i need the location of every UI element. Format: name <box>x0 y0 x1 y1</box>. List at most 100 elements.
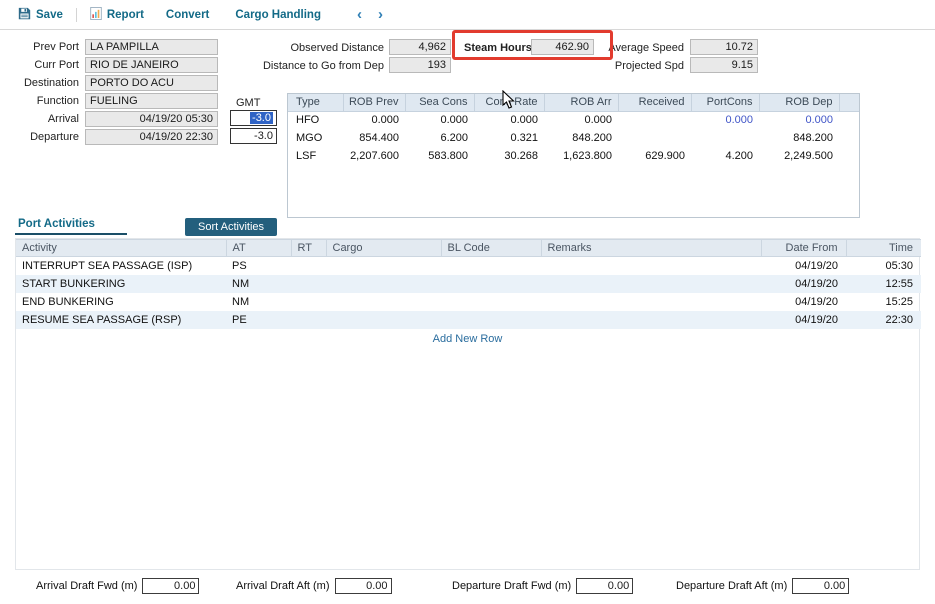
activity-cell[interactable]: END BUNKERING <box>16 293 226 311</box>
activity-cell[interactable] <box>326 293 441 311</box>
activity-cell[interactable]: 04/19/20 <box>761 311 846 329</box>
fuel-cell[interactable]: 583.800 <box>405 147 474 165</box>
fuel-cell[interactable]: 0.000 <box>691 111 759 129</box>
fuel-cell[interactable]: 4.200 <box>691 147 759 165</box>
prev-port-row: Prev Port LA PAMPILLA <box>12 38 218 55</box>
departure-draft-aft-input[interactable]: 0.00 <box>792 578 849 594</box>
function-row: Function FUELING <box>12 92 218 109</box>
toolbar: Save Report Convert Cargo Handling ‹ › <box>0 0 935 30</box>
activity-cell[interactable]: NM <box>226 275 291 293</box>
save-button[interactable]: Save <box>18 7 63 23</box>
activity-cell[interactable] <box>291 275 326 293</box>
tab-port-activities[interactable]: Port Activities <box>18 218 95 230</box>
add-new-row-link[interactable]: Add New Row <box>16 329 919 349</box>
departure-draft-aft-group: Departure Draft Aft (m) 0.00 <box>676 578 849 594</box>
gmt-arrival-input[interactable]: -3.0 <box>230 110 277 126</box>
activity-cell[interactable]: INTERRUPT SEA PASSAGE (ISP) <box>16 257 226 275</box>
fuel-cell[interactable]: 0.000 <box>544 111 618 129</box>
activity-cell[interactable]: 04/19/20 <box>761 293 846 311</box>
activities-header-bl-code: BL Code <box>441 240 541 257</box>
activity-cell[interactable]: 15:25 <box>846 293 921 311</box>
fuel-header-rob-dep: ROB Dep <box>759 94 839 111</box>
fuel-cell[interactable]: 6.200 <box>405 129 474 147</box>
gmt-label: GMT <box>236 97 260 109</box>
prev-arrow-icon[interactable]: ‹ <box>349 6 370 23</box>
activities-header-rt: RT <box>291 240 326 257</box>
sort-activities-button[interactable]: Sort Activities <box>185 218 277 236</box>
fuel-cell[interactable]: 0.000 <box>759 111 839 129</box>
activity-cell[interactable]: 12:55 <box>846 275 921 293</box>
function-label: Function <box>12 95 85 107</box>
fuel-cell[interactable]: 629.900 <box>618 147 691 165</box>
activity-cell[interactable]: START BUNKERING <box>16 275 226 293</box>
fuel-header-received: Received <box>618 94 691 111</box>
fuel-cell[interactable]: 848.200 <box>544 129 618 147</box>
activity-cell[interactable] <box>441 311 541 329</box>
activity-cell[interactable] <box>326 311 441 329</box>
fuel-cell[interactable]: 0.000 <box>474 111 544 129</box>
activity-cell[interactable]: 22:30 <box>846 311 921 329</box>
activity-cell[interactable] <box>441 257 541 275</box>
fuel-cell[interactable]: 1,623.800 <box>544 147 618 165</box>
fuel-header-portcons: PortCons <box>691 94 759 111</box>
destination-label: Destination <box>12 77 85 89</box>
fuel-cell[interactable]: 2,249.500 <box>759 147 839 165</box>
activity-cell[interactable] <box>541 257 761 275</box>
activity-cell[interactable] <box>541 275 761 293</box>
projected-spd-field: 9.15 <box>690 57 758 73</box>
projected-spd-label: Projected Spd <box>580 60 684 72</box>
activity-cell[interactable] <box>291 293 326 311</box>
steam-hours-label: Steam Hours <box>464 42 532 54</box>
fuel-header-filler <box>839 94 859 111</box>
fuel-cell[interactable]: 0.000 <box>405 111 474 129</box>
fuel-cell[interactable] <box>618 129 691 147</box>
fuel-cell-filler <box>839 147 859 165</box>
fuel-cell-filler <box>839 129 859 147</box>
activity-cell[interactable]: NM <box>226 293 291 311</box>
toolbar-separator <box>76 8 77 22</box>
tab-active-underline <box>15 233 127 235</box>
report-button[interactable]: Report <box>90 7 144 23</box>
arrival-draft-fwd-input[interactable]: 0.00 <box>142 578 199 594</box>
fuel-cell[interactable]: 848.200 <box>759 129 839 147</box>
cargo-handling-button[interactable]: Cargo Handling <box>235 9 321 21</box>
fuel-header-rob-prev: ROB Prev <box>343 94 405 111</box>
fuel-cell[interactable]: HFO <box>288 111 343 129</box>
fuel-row-mgo: MGO 854.400 6.200 0.321 848.200 848.200 <box>288 129 859 147</box>
fuel-cell[interactable] <box>618 111 691 129</box>
departure-label: Departure <box>12 131 85 143</box>
arrival-draft-aft-label: Arrival Draft Aft (m) <box>236 580 330 592</box>
activity-cell[interactable]: 04/19/20 <box>761 275 846 293</box>
activity-cell[interactable] <box>326 275 441 293</box>
activity-cell[interactable]: 05:30 <box>846 257 921 275</box>
gmt-departure-input[interactable]: -3.0 <box>230 128 277 144</box>
observed-distance-label: Observed Distance <box>280 42 384 54</box>
fuel-row-lsf: LSF 2,207.600 583.800 30.268 1,623.800 6… <box>288 147 859 165</box>
fuel-row-hfo: HFO 0.000 0.000 0.000 0.000 0.000 0.000 <box>288 111 859 129</box>
activity-cell[interactable]: RESUME SEA PASSAGE (RSP) <box>16 311 226 329</box>
fuel-cell[interactable]: 854.400 <box>343 129 405 147</box>
activity-cell[interactable] <box>541 311 761 329</box>
average-speed-field: 10.72 <box>690 39 758 55</box>
departure-draft-fwd-input[interactable]: 0.00 <box>576 578 633 594</box>
activity-cell[interactable]: PE <box>226 311 291 329</box>
fuel-cell[interactable]: MGO <box>288 129 343 147</box>
activity-cell[interactable] <box>291 257 326 275</box>
activity-cell[interactable]: 04/19/20 <box>761 257 846 275</box>
fuel-cell[interactable]: 0.000 <box>343 111 405 129</box>
activity-cell[interactable] <box>441 293 541 311</box>
activity-cell[interactable] <box>291 311 326 329</box>
activity-row: RESUME SEA PASSAGE (RSP) PE 04/19/20 22:… <box>16 311 921 329</box>
activity-cell[interactable] <box>326 257 441 275</box>
convert-button[interactable]: Convert <box>166 9 209 21</box>
fuel-cell[interactable]: LSF <box>288 147 343 165</box>
fuel-cell[interactable]: 2,207.600 <box>343 147 405 165</box>
activity-cell[interactable] <box>441 275 541 293</box>
activity-cell[interactable]: PS <box>226 257 291 275</box>
activity-cell[interactable] <box>541 293 761 311</box>
fuel-cell[interactable]: 30.268 <box>474 147 544 165</box>
next-arrow-icon[interactable]: › <box>370 6 391 23</box>
fuel-cell[interactable]: 0.321 <box>474 129 544 147</box>
fuel-cell[interactable] <box>691 129 759 147</box>
arrival-draft-aft-input[interactable]: 0.00 <box>335 578 392 594</box>
